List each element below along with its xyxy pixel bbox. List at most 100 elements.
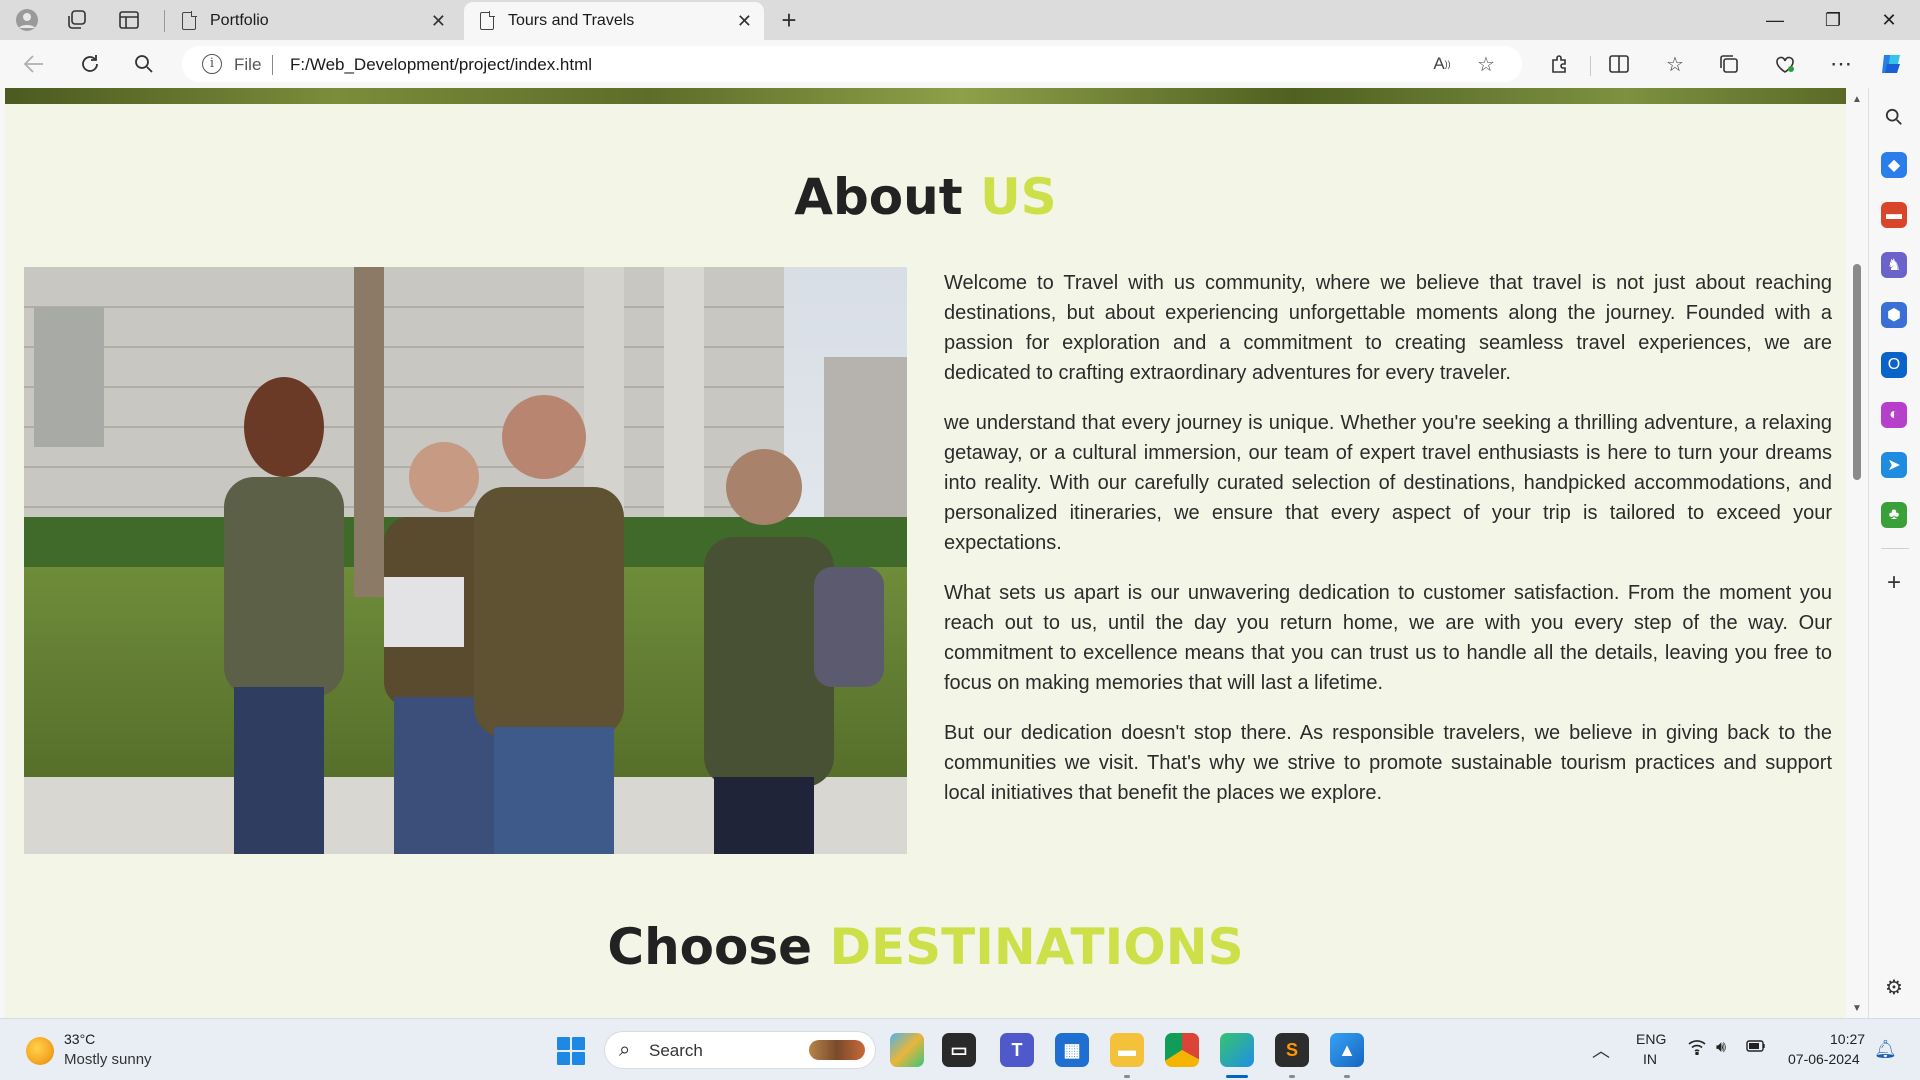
- tab-separator: [164, 10, 165, 32]
- start-logo-tile: [557, 1037, 570, 1050]
- weather-temperature[interactable]: 33°C: [64, 1031, 95, 1047]
- url-text[interactable]: F:/Web_Development/project/index.html: [290, 55, 592, 75]
- tab-title: Tours and Travels: [508, 12, 635, 29]
- wifi-icon[interactable]: [1688, 1039, 1706, 1060]
- chrome-icon[interactable]: [1165, 1033, 1199, 1067]
- battery-icon[interactable]: [1746, 1039, 1766, 1057]
- taskbar-search-box[interactable]: ⌕ Search: [604, 1031, 876, 1069]
- task-view-icon[interactable]: ▭: [942, 1033, 976, 1067]
- search-icon: ⌕: [619, 1039, 631, 1061]
- scroll-down-arrow-icon[interactable]: ▼: [1852, 1003, 1862, 1014]
- toolbar-separator: [1590, 56, 1591, 76]
- sidebar-search-icon[interactable]: [1881, 104, 1907, 130]
- language-indicator[interactable]: ENG: [1636, 1031, 1666, 1047]
- tools-icon[interactable]: ▬: [1881, 202, 1907, 228]
- tab-tours-and-travels[interactable]: Tours and Travels ✕: [464, 2, 764, 40]
- back-button[interactable]: [18, 49, 50, 79]
- weather-sun-icon[interactable]: [26, 1037, 54, 1065]
- add-sidebar-app-icon[interactable]: +: [1881, 569, 1907, 596]
- page-viewport: About US Welcome to Travel with us commu…: [5, 88, 1846, 1018]
- running-indicator: [1289, 1075, 1295, 1078]
- profile-icon[interactable]: [12, 6, 42, 34]
- site-info-icon[interactable]: i: [202, 54, 222, 74]
- running-indicator: [1124, 1075, 1130, 1078]
- new-tab-button[interactable]: +: [774, 5, 804, 35]
- notification-bell-icon[interactable]: 🔔︎: [1874, 1039, 1897, 1060]
- heading-main-text: About: [794, 168, 963, 226]
- close-tab-icon[interactable]: ✕: [431, 11, 446, 32]
- show-hidden-icons-chevron-icon[interactable]: ︿: [1592, 1037, 1610, 1063]
- clock-time[interactable]: 10:27: [1830, 1031, 1865, 1047]
- photos-app-icon[interactable]: ▲: [1330, 1033, 1364, 1067]
- teams-icon[interactable]: T: [1000, 1033, 1034, 1067]
- browser-tab-bar: Portfolio ✕ Tours and Travels ✕ + — ❐ ✕: [0, 0, 1920, 40]
- file-explorer-icon[interactable]: ▬: [1110, 1033, 1144, 1067]
- favorites-icon[interactable]: ☆: [1660, 50, 1690, 78]
- read-aloud-icon[interactable]: A)): [1428, 52, 1456, 76]
- close-window-button[interactable]: ✕: [1862, 0, 1916, 40]
- designer-icon[interactable]: ◐: [1881, 402, 1907, 428]
- heading-accent-text: US: [980, 168, 1057, 226]
- edge-browser-icon[interactable]: [1220, 1033, 1254, 1067]
- about-travelers-photo: [24, 267, 907, 854]
- volume-icon[interactable]: 🔊︎: [1716, 1039, 1726, 1057]
- copilot-icon[interactable]: [1876, 50, 1906, 78]
- extensions-icon[interactable]: [1544, 50, 1574, 78]
- games-icon[interactable]: ♞: [1881, 252, 1907, 278]
- scheme-label: File: [234, 55, 262, 74]
- page-icon: [480, 11, 495, 30]
- browser-essentials-icon[interactable]: [1770, 50, 1800, 78]
- about-paragraph: we understand that every journey is uniq…: [944, 412, 1832, 554]
- start-logo-tile: [572, 1052, 585, 1065]
- page-icon: [182, 11, 197, 30]
- weather-description[interactable]: Mostly sunny: [64, 1051, 152, 1068]
- hero-image-strip: [5, 88, 1846, 104]
- favorite-star-icon[interactable]: ☆: [1472, 52, 1500, 76]
- page-scrollbar[interactable]: ▲ ▼: [1846, 88, 1868, 1018]
- choose-destinations-heading: Choose DESTINATIONS: [5, 918, 1846, 976]
- sidebar-separator: [1881, 548, 1909, 549]
- about-paragraph: But our dedication doesn't stop there. A…: [944, 722, 1832, 804]
- outlook-icon[interactable]: O: [1881, 352, 1907, 378]
- tab-title: Portfolio: [210, 12, 269, 29]
- scroll-up-arrow-icon[interactable]: ▲: [1852, 94, 1862, 105]
- running-indicator: [1344, 1075, 1350, 1078]
- shopping-tag-icon[interactable]: ◆: [1881, 152, 1907, 178]
- active-app-indicator: [1226, 1075, 1248, 1078]
- about-paragraph: Welcome to Travel with us community, whe…: [944, 272, 1832, 384]
- split-screen-icon[interactable]: [1604, 50, 1634, 78]
- windows-start-button[interactable]: [557, 1037, 585, 1065]
- windows-taskbar: 33°C Mostly sunny ⌕ Search ▭ T ▦ ▬ S ▲ ︿…: [0, 1018, 1920, 1080]
- microsoft-365-icon[interactable]: ⬢: [1881, 302, 1907, 328]
- tab-portfolio[interactable]: Portfolio ✕: [166, 2, 458, 40]
- restore-button[interactable]: ❐: [1806, 0, 1860, 40]
- close-tab-icon[interactable]: ✕: [737, 11, 752, 32]
- edge-sidebar: ◆ ▬ ♞ ⬢ O ◐ ➤ ♣ + ⚙: [1868, 88, 1920, 1018]
- sidebar-settings-gear-icon[interactable]: ⚙: [1881, 974, 1907, 1000]
- search-placeholder: Search: [649, 1041, 703, 1060]
- drop-tree-icon[interactable]: ♣: [1881, 502, 1907, 528]
- clock-date[interactable]: 07-06-2024: [1788, 1051, 1860, 1067]
- copilot-app-icon[interactable]: [890, 1033, 924, 1067]
- about-paragraph: What sets us apart is our unwavering ded…: [944, 582, 1832, 694]
- scrollbar-thumb[interactable]: [1853, 264, 1861, 480]
- heading-main-text: Choose: [607, 918, 813, 976]
- search-icon[interactable]: [128, 49, 160, 79]
- sublime-text-icon[interactable]: S: [1275, 1033, 1309, 1067]
- minimize-button[interactable]: —: [1748, 0, 1802, 40]
- start-logo-tile: [557, 1052, 570, 1065]
- send-icon[interactable]: ➤: [1881, 452, 1907, 478]
- language-region[interactable]: IN: [1643, 1051, 1657, 1067]
- address-bar[interactable]: i File F:/Web_Development/project/index.…: [182, 46, 1522, 82]
- browser-toolbar: i File F:/Web_Development/project/index.…: [0, 40, 1920, 88]
- refresh-button[interactable]: [74, 49, 106, 79]
- collections-icon[interactable]: [1714, 50, 1744, 78]
- microsoft-store-icon[interactable]: ▦: [1055, 1033, 1089, 1067]
- workspaces-icon[interactable]: [62, 6, 92, 34]
- heading-accent-text: DESTINATIONS: [829, 918, 1244, 976]
- address-separator: [272, 55, 273, 75]
- search-highlight-image: [809, 1040, 865, 1060]
- more-options-icon[interactable]: ⋯: [1826, 50, 1856, 78]
- about-us-heading: About US: [5, 168, 1846, 226]
- tab-actions-icon[interactable]: [114, 6, 144, 34]
